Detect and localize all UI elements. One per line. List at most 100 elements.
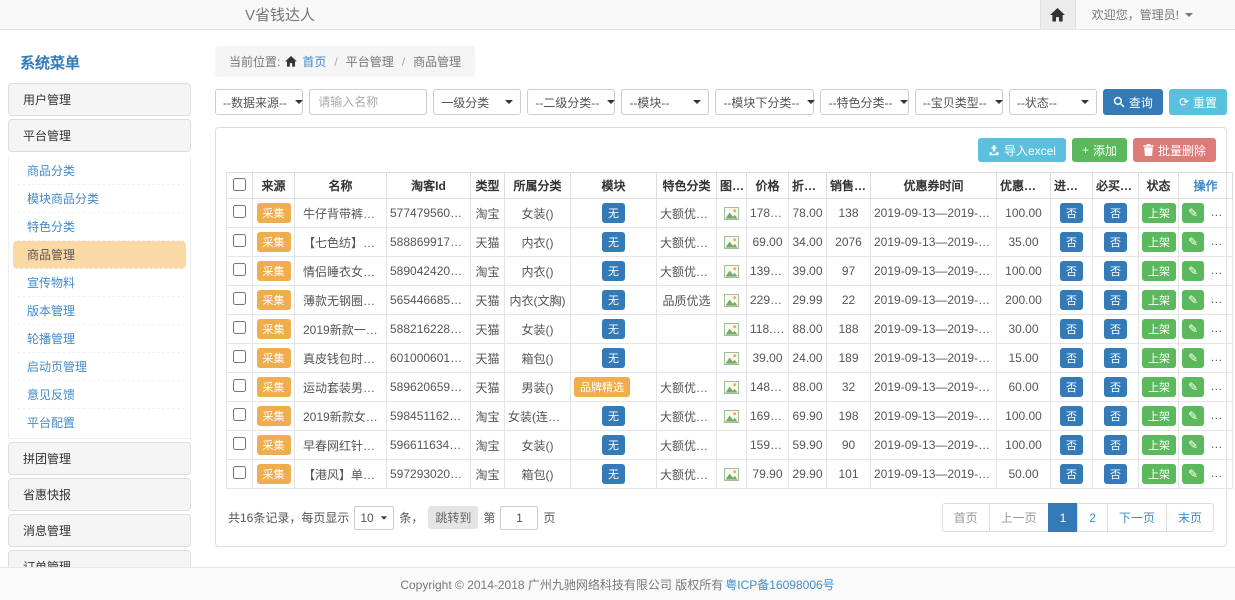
import-select-toggle[interactable]: 否 [1060, 348, 1083, 368]
row-checkbox[interactable] [233, 466, 246, 479]
sidebar-group-省惠快报[interactable]: 省惠快报 [8, 478, 191, 511]
delete-button[interactable] [1210, 377, 1232, 397]
sidebar-group-用户管理[interactable]: 用户管理 [8, 83, 191, 116]
name-search-input[interactable] [309, 89, 427, 115]
home-button[interactable] [1040, 0, 1076, 29]
filter-select-5[interactable]: --模块下分类-- [715, 89, 814, 115]
import-select-toggle[interactable]: 否 [1060, 464, 1083, 484]
search-button[interactable]: 查询 [1103, 89, 1163, 115]
jump-page-input[interactable] [500, 506, 538, 530]
row-checkbox[interactable] [233, 437, 246, 450]
filter-select-6[interactable]: --特色分类-- [820, 89, 908, 115]
import-select-toggle[interactable]: 否 [1060, 290, 1083, 310]
delete-button[interactable] [1210, 203, 1232, 223]
edit-button[interactable]: ✎ [1182, 261, 1204, 281]
page-button-下一页[interactable]: 下一页 [1107, 503, 1167, 532]
sidebar-item-启动页管理[interactable]: 启动页管理 [13, 353, 186, 381]
status-toggle[interactable]: 上架 [1142, 464, 1176, 484]
edit-button[interactable]: ✎ [1182, 406, 1204, 426]
edit-button[interactable]: ✎ [1182, 435, 1204, 455]
import-select-toggle[interactable]: 否 [1060, 319, 1083, 339]
must-buy-toggle[interactable]: 否 [1104, 464, 1127, 484]
filter-select-4[interactable]: --模块-- [621, 89, 709, 115]
edit-button[interactable]: ✎ [1182, 290, 1204, 310]
sidebar-item-宣传物料[interactable]: 宣传物料 [13, 269, 186, 297]
sidebar-item-商品管理[interactable]: 商品管理 [13, 241, 186, 269]
must-buy-toggle[interactable]: 否 [1104, 203, 1127, 223]
edit-button[interactable]: ✎ [1182, 203, 1204, 223]
page-button-首页[interactable]: 首页 [942, 503, 990, 532]
delete-button[interactable] [1210, 261, 1232, 281]
sidebar-item-平台配置[interactable]: 平台配置 [13, 409, 186, 436]
must-buy-toggle[interactable]: 否 [1104, 319, 1127, 339]
sidebar-item-商品分类[interactable]: 商品分类 [13, 157, 186, 185]
status-toggle[interactable]: 上架 [1142, 319, 1176, 339]
breadcrumb-item-platform[interactable]: 平台管理 [346, 53, 394, 70]
row-checkbox[interactable] [233, 263, 246, 276]
must-buy-toggle[interactable]: 否 [1104, 261, 1127, 281]
jump-button[interactable]: 跳转到 [428, 506, 478, 529]
sidebar-group-平台管理[interactable]: 平台管理 [8, 119, 191, 152]
delete-button[interactable] [1210, 435, 1232, 455]
row-checkbox[interactable] [233, 379, 246, 392]
status-toggle[interactable]: 上架 [1142, 435, 1176, 455]
must-buy-toggle[interactable]: 否 [1104, 435, 1127, 455]
row-checkbox[interactable] [233, 205, 246, 218]
sidebar-item-意见反馈[interactable]: 意见反馈 [13, 381, 186, 409]
add-button[interactable]: + 添加 [1072, 138, 1127, 162]
page-button-1[interactable]: 1 [1048, 503, 1079, 532]
delete-button[interactable] [1210, 348, 1232, 368]
sidebar-group-拼团管理[interactable]: 拼团管理 [8, 442, 191, 475]
delete-button[interactable] [1210, 232, 1232, 252]
icp-link[interactable]: 粤ICP备16098006号 [725, 576, 834, 593]
breadcrumb-home-link[interactable]: 首页 [302, 53, 326, 70]
must-buy-toggle[interactable]: 否 [1104, 348, 1127, 368]
import-select-toggle[interactable]: 否 [1060, 377, 1083, 397]
import-select-toggle[interactable]: 否 [1060, 203, 1083, 223]
delete-button[interactable] [1210, 464, 1232, 484]
page-button-末页[interactable]: 末页 [1166, 503, 1214, 532]
filter-select-0[interactable]: --数据来源-- [215, 89, 303, 115]
import-select-toggle[interactable]: 否 [1060, 261, 1083, 281]
must-buy-toggle[interactable]: 否 [1104, 290, 1127, 310]
import-excel-button[interactable]: 导入excel [978, 138, 1066, 162]
delete-button[interactable] [1210, 290, 1232, 310]
row-checkbox[interactable] [233, 234, 246, 247]
import-select-toggle[interactable]: 否 [1060, 435, 1083, 455]
filter-select-3[interactable]: --二级分类-- [527, 89, 615, 115]
must-buy-toggle[interactable]: 否 [1104, 232, 1127, 252]
edit-button[interactable]: ✎ [1182, 319, 1204, 339]
page-button-上一页[interactable]: 上一页 [989, 503, 1049, 532]
delete-button[interactable] [1210, 406, 1232, 426]
row-checkbox[interactable] [233, 292, 246, 305]
reset-button[interactable]: ⟳ 重置 [1169, 89, 1227, 115]
sidebar-group-消息管理[interactable]: 消息管理 [8, 514, 191, 547]
filter-select-7[interactable]: --宝贝类型-- [915, 89, 1003, 115]
sidebar-item-版本管理[interactable]: 版本管理 [13, 297, 186, 325]
sidebar-item-特色分类[interactable]: 特色分类 [13, 213, 186, 241]
status-toggle[interactable]: 上架 [1142, 232, 1176, 252]
filter-select-8[interactable]: --状态-- [1009, 89, 1097, 115]
edit-button[interactable]: ✎ [1182, 348, 1204, 368]
status-toggle[interactable]: 上架 [1142, 203, 1176, 223]
row-checkbox[interactable] [233, 408, 246, 421]
sidebar-item-模块商品分类[interactable]: 模块商品分类 [13, 185, 186, 213]
page-button-2[interactable]: 2 [1077, 503, 1108, 532]
edit-button[interactable]: ✎ [1182, 232, 1204, 252]
row-checkbox[interactable] [233, 350, 246, 363]
per-page-select[interactable]: 10 [354, 506, 394, 530]
edit-button[interactable]: ✎ [1182, 464, 1204, 484]
status-toggle[interactable]: 上架 [1142, 290, 1176, 310]
status-toggle[interactable]: 上架 [1142, 348, 1176, 368]
import-select-toggle[interactable]: 否 [1060, 232, 1083, 252]
batch-delete-button[interactable]: 批量删除 [1133, 138, 1216, 162]
filter-select-2[interactable]: 一级分类 [433, 89, 521, 115]
status-toggle[interactable]: 上架 [1142, 406, 1176, 426]
status-toggle[interactable]: 上架 [1142, 377, 1176, 397]
must-buy-toggle[interactable]: 否 [1104, 406, 1127, 426]
edit-button[interactable]: ✎ [1182, 377, 1204, 397]
user-menu[interactable]: 欢迎您，管理员! [1076, 6, 1235, 23]
sidebar-item-轮播管理[interactable]: 轮播管理 [13, 325, 186, 353]
select-all-checkbox[interactable] [233, 178, 246, 191]
status-toggle[interactable]: 上架 [1142, 261, 1176, 281]
